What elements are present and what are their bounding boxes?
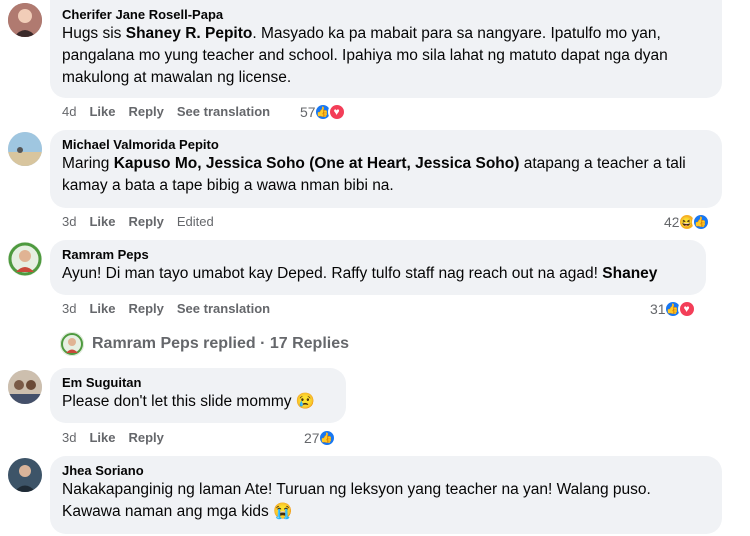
comment-author[interactable]: Michael Valmorida Pepito xyxy=(62,136,710,153)
mention-link[interactable]: Kapuso Mo, Jessica Soho (One at Heart, J… xyxy=(114,155,520,172)
like-button[interactable]: Like xyxy=(89,214,115,229)
like-button[interactable]: Like xyxy=(89,430,115,445)
comment-author[interactable]: Ramram Peps xyxy=(62,246,694,263)
like-reaction-icon: 👍 xyxy=(317,429,336,447)
comment-author[interactable]: Jhea Soriano xyxy=(62,462,710,479)
comment-bubble: Cherifer Jane Rosell-Papa Hugs sis Shane… xyxy=(50,0,722,98)
comment-bubble: Michael Valmorida Pepito Maring Kapuso M… xyxy=(50,130,722,208)
love-reaction-icon: ♥ xyxy=(677,300,696,318)
avatar[interactable] xyxy=(8,458,42,492)
comment-text: Please don't let this slide mommy 😢 xyxy=(62,393,316,410)
comment-time[interactable]: 3d xyxy=(62,430,76,445)
avatar xyxy=(60,332,84,356)
comment-bubble: Ramram Peps Ayun! Di man tayo umabot kay… xyxy=(50,240,706,295)
comment-actions: 3d Like Reply Edited xyxy=(62,212,227,230)
reply-button[interactable]: Reply xyxy=(128,104,163,119)
avatar[interactable] xyxy=(8,370,42,404)
avatar[interactable] xyxy=(8,242,42,276)
see-translation-link[interactable]: See translation xyxy=(177,301,270,316)
comment-bubble: Em Suguitan Please don't let this slide … xyxy=(50,368,346,423)
see-translation-link[interactable]: See translation xyxy=(177,104,270,119)
reply-button[interactable]: Reply xyxy=(128,301,163,316)
like-reaction-icon: 👍 xyxy=(691,213,710,231)
mention-link[interactable]: Shaney R. Pepito xyxy=(126,25,253,42)
reaction-summary[interactable]: 57 👍 ♥ xyxy=(300,101,346,123)
comment-text: Hugs sis Shaney R. Pepito. Masyado ka pa… xyxy=(62,25,668,86)
replies-label[interactable]: Ramram Peps replied · 17 Replies xyxy=(92,335,349,353)
reaction-summary[interactable]: 31 👍 ♥ xyxy=(650,298,696,320)
love-reaction-icon: ♥ xyxy=(327,103,346,121)
reply-button[interactable]: Reply xyxy=(128,430,163,445)
comment-actions: 4d Like Reply See translation xyxy=(62,102,283,120)
comment-actions: 3d Like Reply See translation xyxy=(62,299,283,317)
like-button[interactable]: Like xyxy=(89,104,115,119)
avatar[interactable] xyxy=(8,3,42,37)
comment-time[interactable]: 3d xyxy=(62,301,76,316)
mention-link[interactable]: Shaney xyxy=(602,265,657,282)
comment-author[interactable]: Em Suguitan xyxy=(62,374,334,391)
comment-text: Nakakapanginig ng laman Ate! Turuan ng l… xyxy=(62,481,651,520)
avatar[interactable] xyxy=(8,132,42,166)
comment-author[interactable]: Cherifer Jane Rosell-Papa xyxy=(62,6,710,23)
comment-time[interactable]: 3d xyxy=(62,214,76,229)
reaction-summary[interactable]: 27 👍 xyxy=(304,427,336,449)
view-replies-link[interactable]: Ramram Peps replied · 17 Replies xyxy=(60,332,349,356)
comment-actions: 3d Like Reply xyxy=(62,428,177,446)
edited-label: Edited xyxy=(176,213,214,229)
comment-time[interactable]: 4d xyxy=(62,104,76,119)
reaction-summary[interactable]: 42 😆 👍 xyxy=(664,211,710,233)
comment-text: Maring Kapuso Mo, Jessica Soho (One at H… xyxy=(62,155,686,194)
like-button[interactable]: Like xyxy=(89,301,115,316)
comment-bubble: Jhea Soriano Nakakapanginig ng laman Ate… xyxy=(50,456,722,534)
comment-text: Ayun! Di man tayo umabot kay Deped. Raff… xyxy=(62,265,658,282)
reply-button[interactable]: Reply xyxy=(128,214,163,229)
